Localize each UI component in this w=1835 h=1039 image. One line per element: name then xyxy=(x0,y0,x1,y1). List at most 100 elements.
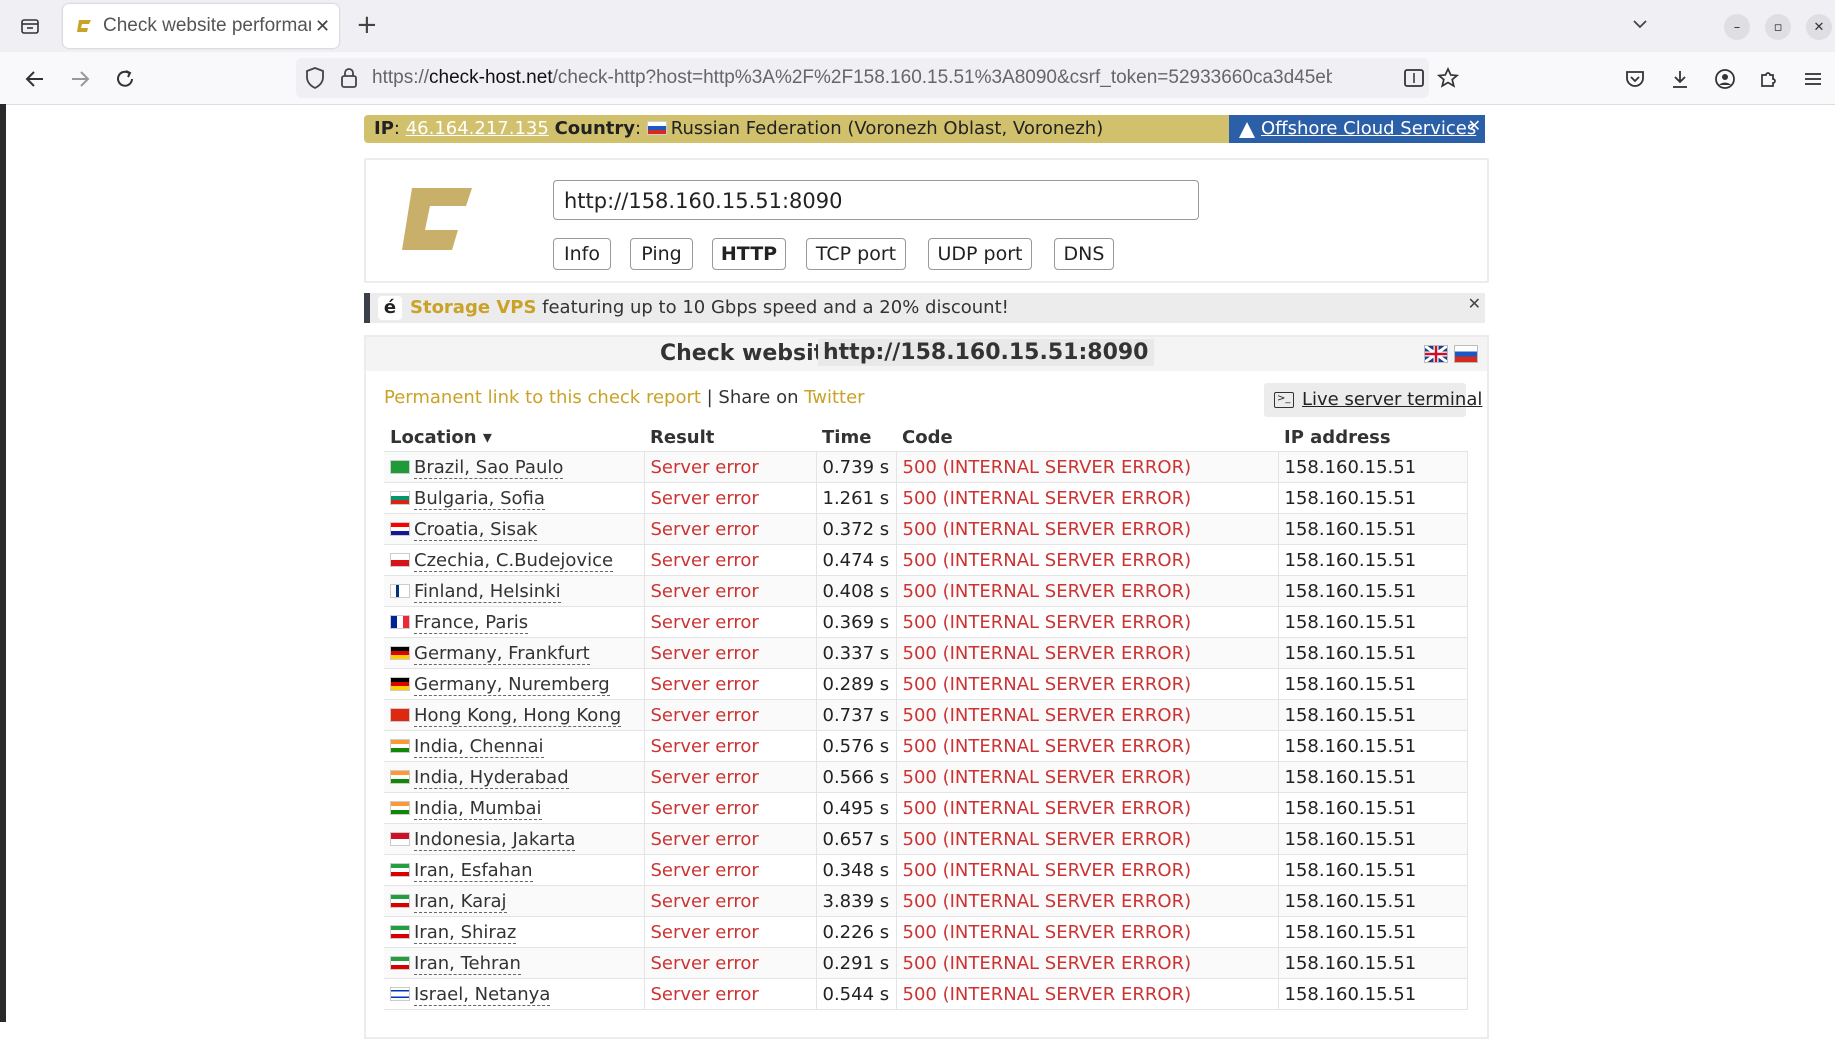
location-link[interactable]: Czechia, C.Budejovice xyxy=(414,549,614,572)
location-link[interactable]: Iran, Karaj xyxy=(414,890,507,913)
chevron-down-icon[interactable] xyxy=(1630,14,1650,38)
location-link[interactable]: Germany, Nuremberg xyxy=(414,673,610,696)
promo-highlight: Storage VPS xyxy=(410,297,537,318)
ip-cell: 158.160.15.51 xyxy=(1278,978,1468,1010)
check-host-logo[interactable] xyxy=(400,184,474,256)
result-cell: Server error xyxy=(644,854,817,886)
time-cell: 0.372 s xyxy=(816,513,897,545)
lock-icon[interactable] xyxy=(338,66,360,90)
http-button[interactable]: HTTP xyxy=(712,238,786,270)
country-flag-icon xyxy=(390,676,410,691)
code-cell: 500 (INTERNAL SERVER ERROR) xyxy=(896,668,1279,700)
location-link[interactable]: Hong Kong, Hong Kong xyxy=(414,704,622,727)
column-location[interactable]: Location ▾ xyxy=(384,423,644,452)
location-cell: Brazil, Sao Paulo xyxy=(384,451,645,483)
location-cell: India, Mumbai xyxy=(384,792,645,824)
back-arrow-icon[interactable] xyxy=(22,66,48,92)
url-host: check-host.net xyxy=(429,67,553,88)
reload-icon[interactable] xyxy=(112,66,138,92)
country-value: Russian Federation (Voronezh Oblast, Vor… xyxy=(670,118,1104,139)
tracking-shield-icon[interactable] xyxy=(304,66,326,90)
reader-view-icon[interactable] xyxy=(1403,67,1425,89)
country-flag-icon xyxy=(390,893,410,908)
pocket-icon[interactable] xyxy=(1622,66,1648,92)
browser-tab-bar: Check website performan ✕ + – ▫ ✕ xyxy=(0,0,1835,52)
offshore-ad-banner[interactable]: Offshore Cloud Services ✕ xyxy=(1229,115,1485,143)
bookmark-star-icon[interactable] xyxy=(1436,66,1460,90)
country-flag-icon xyxy=(390,924,410,939)
country-flag-icon xyxy=(390,986,410,1001)
url-text[interactable]: https://check-host.net/check-http?host=h… xyxy=(372,67,1332,89)
country-flag-icon xyxy=(390,738,410,753)
table-row: India, Mumbai Server error 0.495 s 500 (INT… xyxy=(384,792,1468,824)
result-cell: Server error xyxy=(644,761,817,793)
time-cell: 1.261 s xyxy=(816,482,897,514)
ip-cell: 158.160.15.51 xyxy=(1278,885,1468,917)
menu-hamburger-icon[interactable] xyxy=(1800,66,1826,92)
new-tab-icon[interactable]: + xyxy=(356,12,378,38)
location-cell: Iran, Shiraz xyxy=(384,916,645,948)
table-row: Hong Kong, Hong Kong Server error 0.737 s5… xyxy=(384,699,1468,731)
location-link[interactable]: Iran, Shiraz xyxy=(414,921,517,944)
time-cell: 0.291 s xyxy=(816,947,897,979)
result-cell: Server error xyxy=(644,668,817,700)
udp-port-button[interactable]: UDP port xyxy=(928,238,1032,270)
location-cell: Finland, Helsinki xyxy=(384,575,645,607)
ip-cell: 158.160.15.51 xyxy=(1278,730,1468,762)
code-cell: 500 (INTERNAL SERVER ERROR) xyxy=(896,823,1279,855)
offshore-ad-link[interactable]: Offshore Cloud Services xyxy=(1261,118,1476,139)
twitter-link[interactable]: Twitter xyxy=(804,387,864,408)
promo-banner[interactable]: é Storage VPS featuring up to 10 Gbps sp… xyxy=(364,293,1485,323)
tab-close-icon[interactable]: ✕ xyxy=(315,16,330,37)
location-link[interactable]: Germany, Frankfurt xyxy=(414,642,590,665)
location-link[interactable]: Indonesia, Jakarta xyxy=(414,828,576,851)
time-cell: 0.566 s xyxy=(816,761,897,793)
location-link[interactable]: Iran, Esfahan xyxy=(414,859,533,882)
russian-flag-icon[interactable] xyxy=(1454,345,1478,363)
tab-list-icon[interactable] xyxy=(18,14,42,38)
ping-button[interactable]: Ping xyxy=(630,238,693,270)
ip-link[interactable]: 46.164.217.135 xyxy=(406,118,549,139)
country-flag-icon xyxy=(390,614,410,629)
location-link[interactable]: Bulgaria, Sofia xyxy=(414,487,545,510)
location-link[interactable]: India, Chennai xyxy=(414,735,544,758)
location-link[interactable]: Israel, Netanya xyxy=(414,983,551,1006)
address-bar[interactable]: https://check-host.net/check-http?host=h… xyxy=(296,58,1460,98)
dns-button[interactable]: DNS xyxy=(1054,238,1114,270)
result-cell: Server error xyxy=(644,513,817,545)
location-link[interactable]: Iran, Tehran xyxy=(414,952,521,975)
browser-tab[interactable]: Check website performan ✕ xyxy=(63,4,339,48)
close-window-icon[interactable]: ✕ xyxy=(1806,14,1832,40)
forward-arrow-icon[interactable] xyxy=(67,66,93,92)
live-terminal-button[interactable]: >_ Live server terminal xyxy=(1264,383,1482,417)
location-link[interactable]: India, Hyderabad xyxy=(414,766,569,789)
location-link[interactable]: Finland, Helsinki xyxy=(414,580,561,603)
maximize-window-icon[interactable]: ▫ xyxy=(1765,14,1791,40)
download-icon[interactable] xyxy=(1667,66,1693,92)
close-ad-icon[interactable]: ✕ xyxy=(1468,116,1481,135)
promo-text[interactable]: Storage VPS featuring up to 10 Gbps spee… xyxy=(410,297,1009,318)
permalink-link[interactable]: Permanent link to this check report xyxy=(384,387,701,408)
ip-cell: 158.160.15.51 xyxy=(1278,761,1468,793)
close-promo-icon[interactable]: ✕ xyxy=(1468,294,1481,313)
english-flag-icon[interactable] xyxy=(1424,344,1448,364)
location-link[interactable]: France, Paris xyxy=(414,611,529,634)
country-flag-icon xyxy=(390,862,410,877)
country-flag-icon xyxy=(390,955,410,970)
tcp-port-button[interactable]: TCP port xyxy=(806,238,906,270)
code-cell: 500 (INTERNAL SERVER ERROR) xyxy=(896,451,1279,483)
result-cell: Server error xyxy=(644,699,817,731)
location-link[interactable]: Croatia, Sisak xyxy=(414,518,538,541)
extensions-puzzle-icon[interactable] xyxy=(1756,66,1782,92)
table-row: Iran, Shiraz Server error 0.226 s 500 (INTE… xyxy=(384,916,1468,948)
column-ip: IP address xyxy=(1284,426,1391,448)
info-button[interactable]: Info xyxy=(553,238,611,270)
time-cell: 0.474 s xyxy=(816,544,897,576)
column-result: Result xyxy=(650,426,715,448)
account-icon[interactable] xyxy=(1712,66,1738,92)
location-link[interactable]: India, Mumbai xyxy=(414,797,542,820)
country-flag-icon xyxy=(390,831,410,846)
minimize-window-icon[interactable]: – xyxy=(1724,14,1750,40)
location-link[interactable]: Brazil, Sao Paulo xyxy=(414,456,564,479)
host-input[interactable]: http://158.160.15.51:8090 xyxy=(553,180,1199,220)
